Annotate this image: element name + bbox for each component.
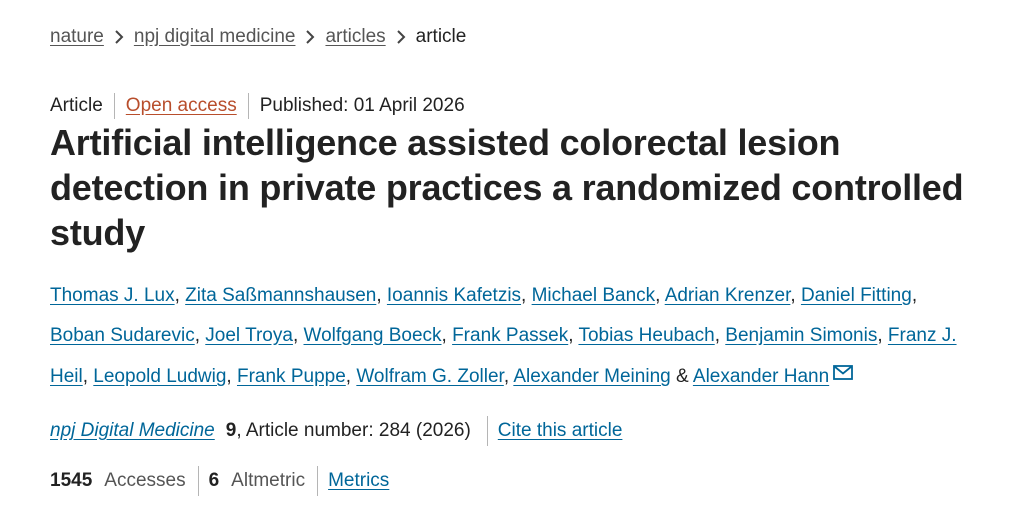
altmetric-count: 6 xyxy=(208,470,220,491)
accesses-count: 1545 xyxy=(50,470,93,491)
author-link[interactable]: Zita Saßmannshausen xyxy=(185,285,376,306)
article-type: Article xyxy=(50,95,103,116)
author-link[interactable]: Ioannis Kafetzis xyxy=(387,285,521,306)
author-separator: , xyxy=(714,324,720,346)
author-link[interactable]: Adrian Krenzer xyxy=(665,285,791,306)
author-link[interactable]: Daniel Fitting xyxy=(801,285,912,306)
mail-icon[interactable] xyxy=(833,355,854,395)
author-link[interactable]: Frank Puppe xyxy=(237,366,346,387)
divider xyxy=(197,466,199,496)
article-number: , Article number: 284 (2026) xyxy=(236,420,471,441)
author-link[interactable]: Benjamin Simonis xyxy=(725,325,877,346)
divider xyxy=(113,93,115,119)
author-link[interactable]: Alexander Hann xyxy=(693,366,829,387)
author-link[interactable]: Alexander Meining xyxy=(513,366,670,387)
author-separator: , xyxy=(877,324,883,346)
author-link[interactable]: Wolfram G. Zoller xyxy=(356,366,503,387)
divider xyxy=(247,93,249,119)
author-list: Thomas J. Lux, Zita Saßmannshausen, Ioan… xyxy=(50,276,970,397)
author-separator: , xyxy=(194,324,200,346)
breadcrumb-current: article xyxy=(415,26,467,47)
chevron-right-icon xyxy=(386,28,416,46)
author-separator: , xyxy=(503,366,510,387)
divider xyxy=(486,416,488,446)
breadcrumb-articles[interactable]: articles xyxy=(325,26,385,48)
cite-article-link[interactable]: Cite this article xyxy=(498,420,623,442)
altmetric-label: Altmetric xyxy=(231,470,306,491)
chevron-right-icon xyxy=(104,28,134,46)
author-conjunction: & xyxy=(675,366,689,387)
chevron-right-icon xyxy=(295,28,325,46)
metrics-link[interactable]: Metrics xyxy=(328,470,389,492)
author-link[interactable]: Michael Banck xyxy=(532,285,656,306)
author-separator: , xyxy=(174,285,180,306)
breadcrumb: nature npj digital medicine articles art… xyxy=(50,24,466,50)
article-meta: Article Open access Published: 01 April … xyxy=(50,93,465,119)
journal-volume: 9 xyxy=(225,420,237,441)
author-separator: , xyxy=(226,366,232,387)
breadcrumb-nature[interactable]: nature xyxy=(50,26,104,48)
author-separator: , xyxy=(521,285,527,306)
author-link[interactable]: Leopold Ludwig xyxy=(93,366,226,387)
author-link[interactable]: Thomas J. Lux xyxy=(50,285,175,306)
divider xyxy=(317,466,319,496)
author-separator: , xyxy=(655,285,661,306)
article-metrics: 1545 Accesses 6 Altmetric Metrics xyxy=(50,466,389,496)
published-date: Published: 01 April 2026 xyxy=(259,95,465,116)
journal-info: npj Digital Medicine 9 , Article number:… xyxy=(50,416,622,446)
author-link[interactable]: Frank Passek xyxy=(452,325,568,346)
author-link[interactable]: Wolfgang Boeck xyxy=(304,325,442,346)
journal-name-link[interactable]: npj Digital Medicine xyxy=(50,420,215,442)
author-separator: , xyxy=(441,324,447,346)
author-separator: , xyxy=(345,366,352,387)
author-separator: , xyxy=(292,324,299,346)
accesses-label: Accesses xyxy=(104,470,186,491)
author-separator: , xyxy=(790,285,796,306)
author-link[interactable]: Boban Sudarevic xyxy=(50,325,195,346)
article-title: Artificial intelligence assisted colorec… xyxy=(50,122,964,253)
author-separator: , xyxy=(376,285,382,306)
author-separator: , xyxy=(568,324,574,346)
author-link[interactable]: Joel Troya xyxy=(205,325,293,346)
breadcrumb-npj-digital-medicine[interactable]: npj digital medicine xyxy=(134,26,296,48)
author-separator: , xyxy=(911,285,918,306)
author-link[interactable]: Tobias Heubach xyxy=(578,325,714,346)
open-access-link[interactable]: Open access xyxy=(126,95,237,117)
author-separator: , xyxy=(82,366,89,387)
